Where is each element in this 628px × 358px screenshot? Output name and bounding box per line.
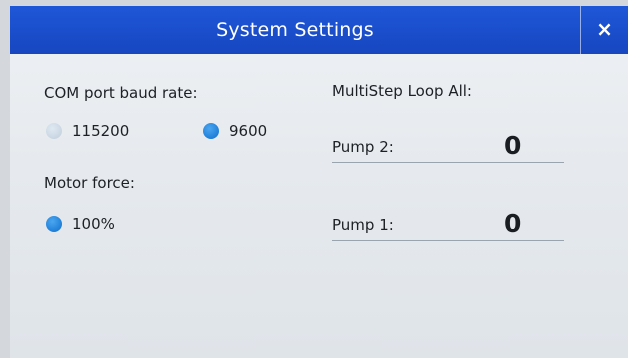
radio-selected-icon [203,123,219,139]
pump-2-row: Pump 2: 0 [332,126,564,163]
baud-rate-label: COM port baud rate: [44,84,198,102]
radio-unselected-icon [46,123,62,139]
pump-2-label: Pump 2: [332,138,394,156]
baud-115200-label: 115200 [72,122,130,140]
multistep-loop-label: MultiStep Loop All: [332,82,472,100]
dialog-title: System Settings [216,19,374,41]
pump-1-value-field[interactable]: 0 [504,209,521,238]
baud-115200-radio[interactable]: 115200 [46,122,129,140]
radio-selected-icon [46,216,62,232]
pump-2-value-field[interactable]: 0 [504,131,521,160]
baud-9600-label: 9600 [229,122,268,140]
baud-9600-radio[interactable]: 9600 [203,122,267,140]
close-icon: × [596,17,613,41]
motor-100-label: 100% [72,215,115,233]
pump-1-row: Pump 1: 0 [332,204,564,241]
title-bar: System Settings × [10,6,628,54]
motor-100-radio[interactable]: 100% [46,215,115,233]
system-settings-dialog: System Settings × COM port baud rate: 11… [10,6,628,358]
motor-force-label: Motor force: [44,174,135,192]
close-button[interactable]: × [580,6,628,54]
pump-1-label: Pump 1: [332,216,394,234]
